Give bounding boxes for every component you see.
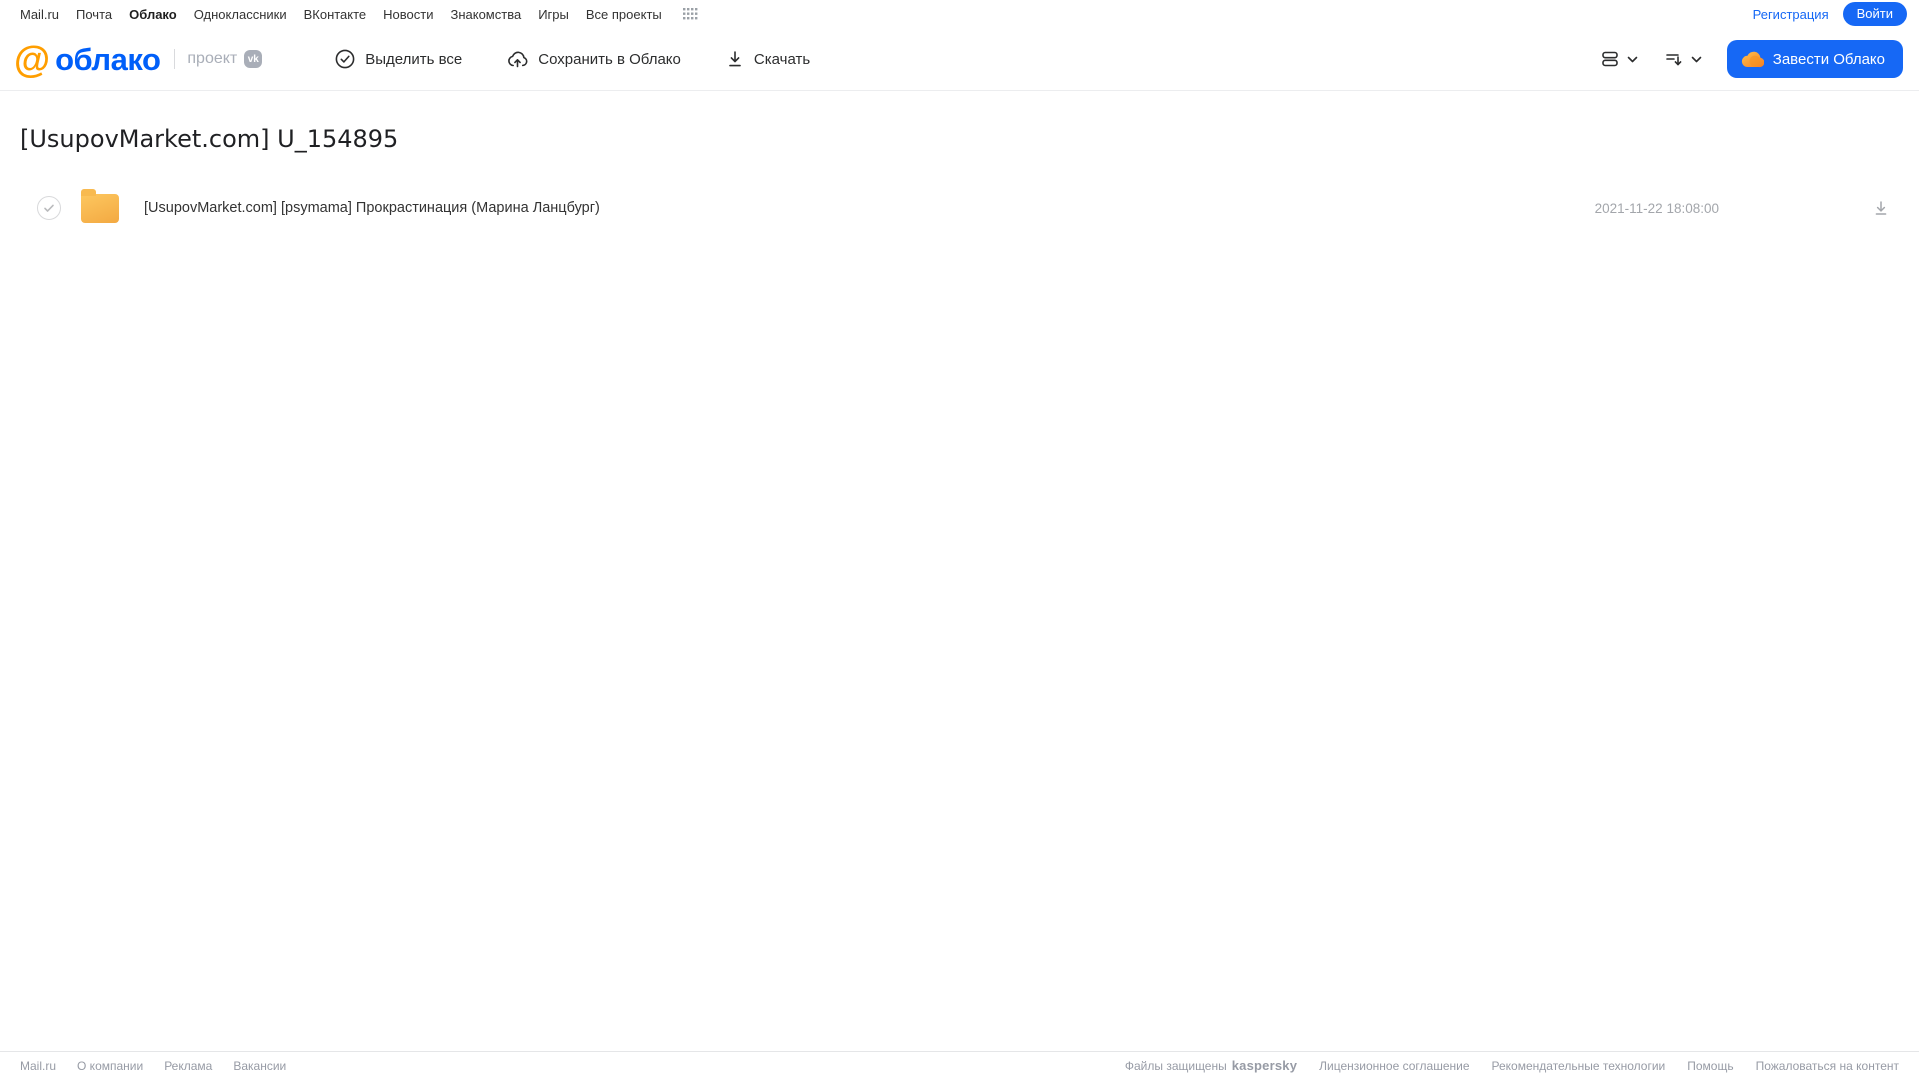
file-name-link[interactable]: [UsupovMarket.com] [psymama] Прокрастина…	[144, 200, 1595, 216]
portal-link-odnoklassniki[interactable]: Одноклассники	[194, 7, 287, 22]
footer-link-about[interactable]: О компании	[77, 1059, 143, 1073]
footer-link-help[interactable]: Помощь	[1687, 1059, 1733, 1073]
page-title: [UsupovMarket.com] U_154895	[20, 125, 399, 153]
kaspersky-logo[interactable]: kaspersky	[1232, 1058, 1297, 1073]
get-cloud-button[interactable]: Завести Облако	[1726, 40, 1903, 78]
chevron-down-icon	[1626, 53, 1639, 66]
portal-auth: Регистрация Войти	[1753, 2, 1907, 26]
portal-link-vkontakte[interactable]: ВКонтакте	[304, 7, 367, 22]
footer-link-mailru[interactable]: Mail.ru	[20, 1059, 56, 1073]
portal-link-novosti[interactable]: Новости	[383, 7, 433, 22]
login-button[interactable]: Войти	[1842, 2, 1907, 26]
registration-link[interactable]: Регистрация	[1753, 7, 1829, 22]
chevron-down-icon	[1690, 53, 1703, 66]
apps-grid-icon[interactable]	[682, 8, 698, 20]
row-checkbox[interactable]	[37, 196, 61, 220]
cloud-logo[interactable]: @ облако проект vk	[14, 38, 263, 80]
portal-link-all-projects[interactable]: Все проекты	[586, 7, 662, 22]
footer-right-links: Файлы защищены kaspersky Лицензионное со…	[1125, 1058, 1899, 1073]
footer-link-jobs[interactable]: Вакансии	[233, 1059, 286, 1073]
select-all-label: Выделить все	[365, 50, 463, 68]
portal-link-mailru[interactable]: Mail.ru	[20, 7, 59, 22]
cloud-color-icon	[1741, 51, 1764, 68]
folder-icon	[81, 188, 119, 223]
kaspersky-protection: Файлы защищены kaspersky	[1125, 1058, 1297, 1073]
get-cloud-label: Завести Облако	[1772, 50, 1885, 68]
portal-link-pochta[interactable]: Почта	[76, 7, 112, 22]
portal-navbar: Mail.ru Почта Облако Одноклассники ВКонт…	[0, 0, 1919, 28]
logo-text: облако	[55, 41, 161, 77]
protected-text: Файлы защищены	[1124, 1058, 1227, 1073]
portal-link-znakomstva[interactable]: Знакомства	[450, 7, 521, 22]
footer-link-recommendation-tech[interactable]: Рекомендательные технологии	[1492, 1059, 1666, 1073]
check-circle-icon	[334, 48, 356, 70]
toolbar: Выделить все Сохранить в Облако Скачать	[334, 48, 810, 70]
sort-dropdown[interactable]	[1663, 48, 1703, 70]
header: @ облако проект vk Выделить все Сохранит…	[0, 28, 1919, 91]
cloud-upload-icon	[506, 48, 529, 70]
footer-link-license[interactable]: Лицензионное соглашение	[1319, 1059, 1469, 1073]
vk-icon: vk	[244, 50, 263, 68]
project-label: проект	[187, 50, 238, 67]
footer-link-ads[interactable]: Реклама	[164, 1059, 212, 1073]
download-label: Скачать	[753, 50, 811, 68]
mailru-at-icon: @	[14, 38, 51, 80]
save-to-cloud-button[interactable]: Сохранить в Облако	[506, 48, 681, 70]
file-date: 2021-11-22 18:08:00	[1594, 200, 1719, 216]
header-right-controls: Завести Облако	[1599, 40, 1903, 78]
download-icon	[725, 49, 745, 69]
save-to-cloud-label: Сохранить в Облако	[538, 50, 681, 68]
download-button[interactable]: Скачать	[725, 49, 810, 69]
view-mode-dropdown[interactable]	[1599, 48, 1639, 70]
file-row[interactable]: [UsupovMarket.com] [psymama] Прокрастина…	[20, 183, 1899, 233]
portal-link-igry[interactable]: Игры	[538, 7, 569, 22]
portal-link-oblako[interactable]: Облако	[129, 7, 177, 22]
main-content: [UsupovMarket.com] U_154895 [UsupovMarke…	[0, 125, 1919, 233]
row-download-icon[interactable]	[1871, 198, 1891, 218]
portal-links: Mail.ru Почта Облако Одноклассники ВКонт…	[20, 7, 698, 22]
logo-divider	[174, 49, 176, 69]
list-view-icon	[1599, 48, 1621, 70]
sort-icon	[1663, 48, 1685, 70]
footer-link-report-content[interactable]: Пожаловаться на контент	[1756, 1059, 1899, 1073]
footer: Mail.ru О компании Реклама Вакансии Файл…	[0, 1051, 1919, 1079]
select-all-button[interactable]: Выделить все	[334, 48, 462, 70]
footer-left-links: Mail.ru О компании Реклама Вакансии	[20, 1059, 286, 1073]
